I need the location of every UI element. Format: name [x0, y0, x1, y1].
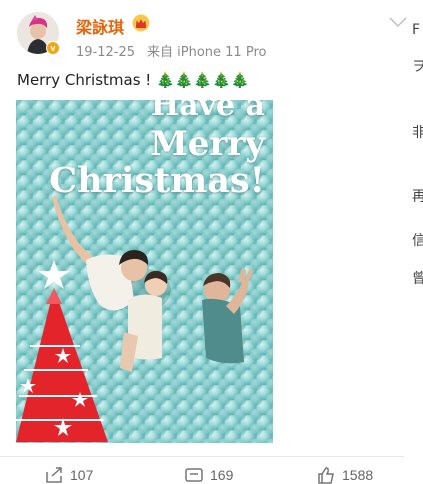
post-date: 19-12-25 — [76, 45, 136, 60]
repost-icon — [46, 467, 62, 483]
like-count: 1588 — [342, 467, 374, 483]
like-button[interactable]: 1588 — [316, 466, 373, 484]
post-text: Merry Christmas ! 🎄🎄🎄🎄🎄 — [17, 71, 250, 89]
post-source[interactable]: 来自 iPhone 11 Pro — [147, 45, 266, 60]
cropped-side-text: F ヲ 非 再 信 曾 — [412, 22, 423, 287]
crown-icon — [132, 14, 150, 32]
action-bar-divider — [0, 456, 404, 457]
repost-button[interactable]: 107 — [44, 466, 93, 484]
image-text-line-2: Merry — [150, 124, 265, 164]
image-text-line-3: Christmas! — [49, 160, 265, 201]
image-text-line-1: Have a — [150, 100, 265, 123]
comment-count: 169 — [210, 467, 234, 483]
post-image[interactable]: Have a Merry Christmas! — [16, 100, 273, 443]
chevron-down-icon[interactable] — [388, 16, 408, 28]
post-meta: 19-12-25 来自 iPhone 11 Pro — [76, 41, 278, 60]
verified-badge-icon: v — [46, 41, 60, 55]
repost-count: 107 — [70, 467, 94, 483]
comment-button[interactable]: 169 — [184, 466, 233, 484]
thumbs-up-icon — [318, 467, 334, 484]
comment-icon — [185, 468, 203, 482]
author-name[interactable]: 梁詠琪 — [76, 14, 124, 38]
